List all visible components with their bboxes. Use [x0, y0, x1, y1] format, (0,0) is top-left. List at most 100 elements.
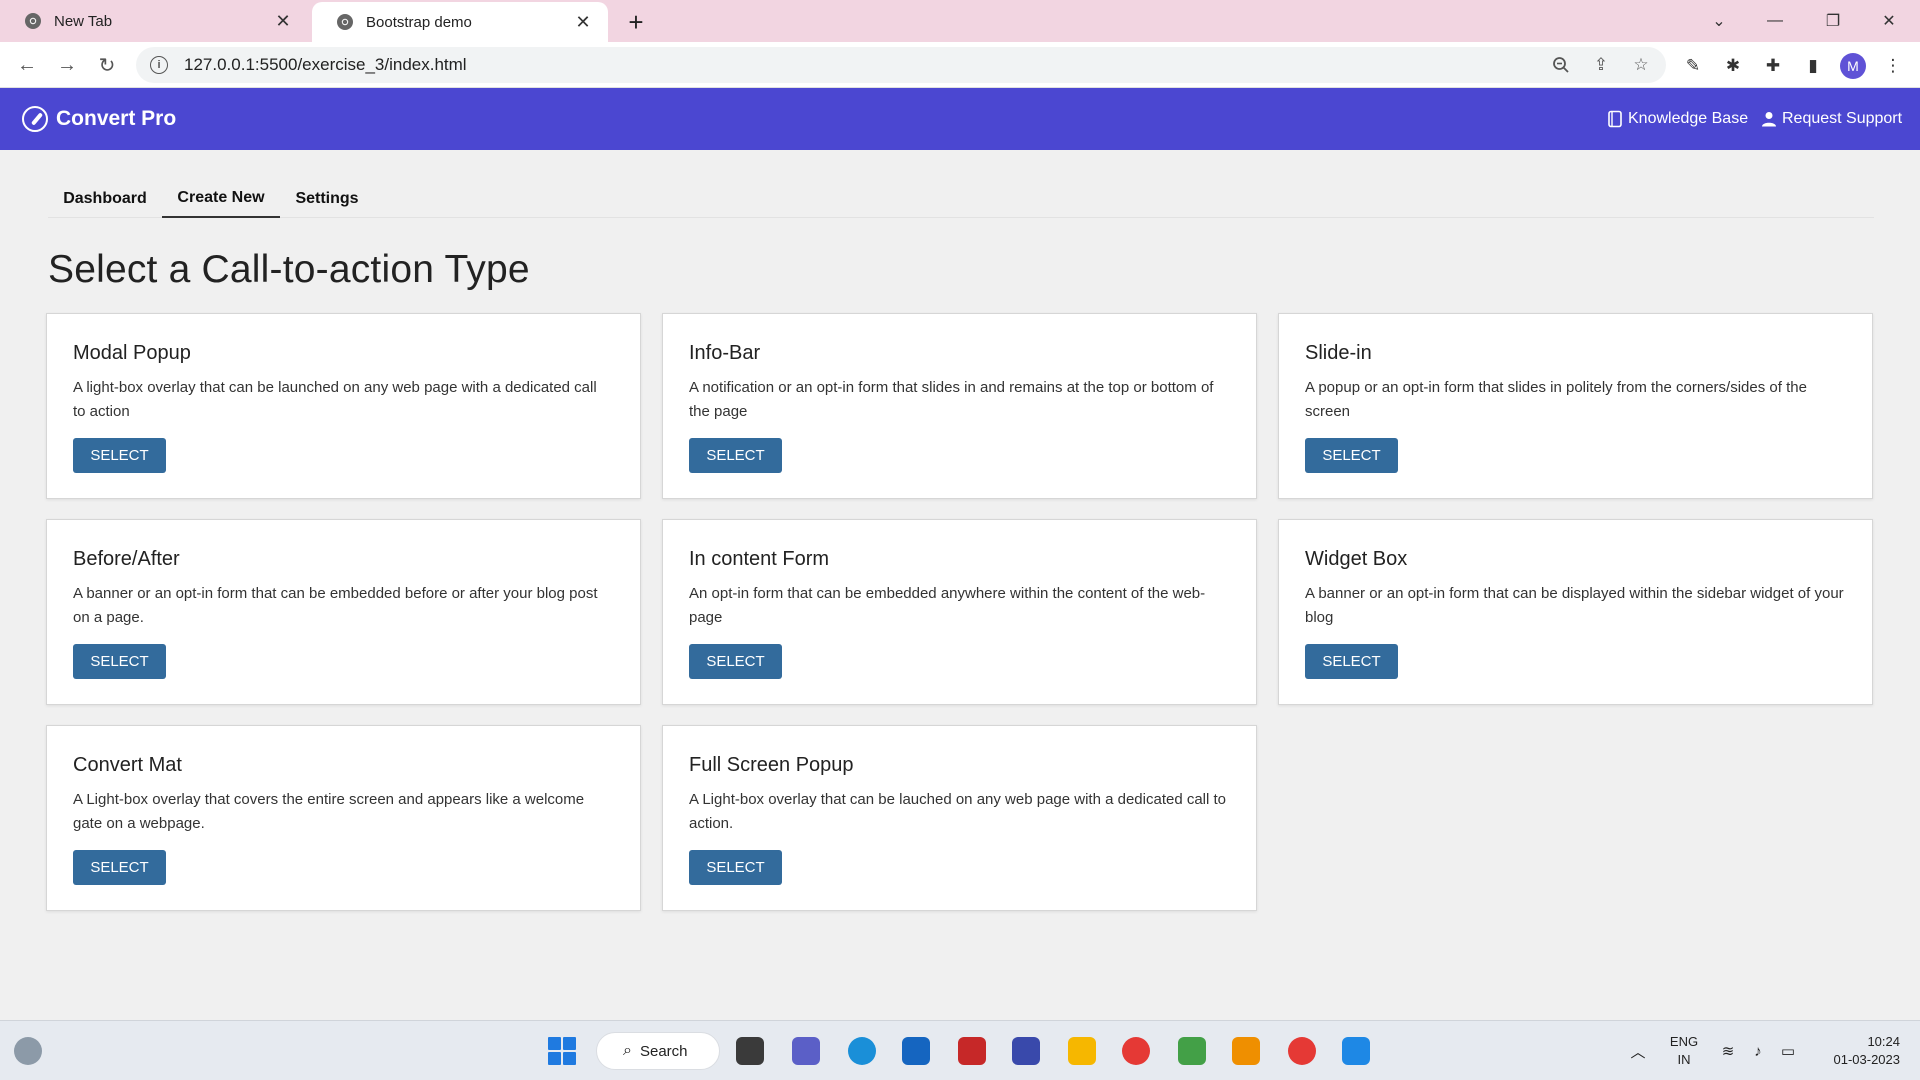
brand-logo-icon: [22, 106, 48, 132]
tab-title: Bootstrap demo: [366, 13, 472, 31]
time: 10:24: [1867, 1034, 1900, 1049]
tab-search-chevron-icon[interactable]: ⌄: [1696, 6, 1742, 36]
globe-icon: [336, 13, 354, 31]
card-before-after: Before/After A banner or an opt-in form …: [46, 519, 641, 705]
chevron-up-icon[interactable]: ︿: [1628, 1041, 1648, 1061]
taskbar-search-label: Search: [639, 1042, 688, 1060]
page-tabs: Dashboard Create New Settings: [48, 180, 1874, 218]
bug-extension-icon[interactable]: ✱: [1720, 53, 1746, 79]
back-arrow-icon[interactable]: ←: [12, 50, 42, 80]
mcafee-icon[interactable]: [958, 1037, 986, 1065]
address-bar[interactable]: i 127.0.0.1:5500/exercise_3/index.html: [136, 47, 1666, 83]
card-description: A light-box overlay that can be launched…: [73, 379, 597, 420]
vscode-icon[interactable]: [1342, 1037, 1370, 1065]
browser-toolbar: ← → ↻ i 127.0.0.1:5500/exercise_3/index.…: [0, 42, 1920, 88]
select-button[interactable]: SELECT: [73, 438, 166, 473]
tab-title: New Tab: [54, 12, 113, 30]
card-description: A Light-box overlay that covers the enti…: [73, 791, 585, 832]
select-button[interactable]: SELECT: [73, 850, 166, 885]
language-indicator[interactable]: ENG IN: [1664, 1033, 1704, 1069]
minimize-icon[interactable]: —: [1752, 6, 1798, 36]
volume-icon[interactable]: ♪: [1748, 1041, 1768, 1061]
app-m-icon[interactable]: [1012, 1037, 1040, 1065]
select-button[interactable]: SELECT: [689, 644, 782, 679]
select-button[interactable]: SELECT: [1305, 438, 1398, 473]
battery-icon[interactable]: ▭: [1778, 1041, 1798, 1061]
card-title: Info-Bar: [689, 342, 761, 364]
card-title: Widget Box: [1305, 548, 1408, 570]
more-menu-icon[interactable]: ⋮: [1880, 53, 1906, 79]
browser-tab-new-tab[interactable]: New Tab ✕: [0, 0, 308, 42]
request-support-link[interactable]: Request Support: [1760, 88, 1902, 150]
user-icon: [1760, 110, 1778, 128]
brand-name: Convert Pro: [56, 107, 177, 130]
site-info-icon[interactable]: i: [150, 56, 168, 74]
color-picker-extension-icon[interactable]: ✎: [1680, 53, 1706, 79]
clock[interactable]: 10:24 01-03-2023: [1810, 1033, 1901, 1069]
language: ENG: [1669, 1034, 1699, 1049]
card-title: Full Screen Popup: [689, 754, 854, 776]
chrome-profile-icon[interactable]: [1288, 1037, 1316, 1065]
date: 01-03-2023: [1833, 1052, 1901, 1067]
close-icon[interactable]: ✕: [572, 11, 594, 33]
chrome-icon[interactable]: [1122, 1037, 1150, 1065]
reload-icon[interactable]: ↻: [92, 50, 122, 80]
address-url[interactable]: 127.0.0.1:5500/exercise_3/index.html: [184, 55, 467, 75]
card-modal-popup: Modal Popup A light-box overlay that can…: [46, 313, 641, 499]
window-close-icon[interactable]: ✕: [1866, 6, 1912, 36]
taskbar-search[interactable]: ⌕ Search: [596, 1032, 720, 1070]
region: IN: [1677, 1052, 1691, 1067]
request-support-label: Request Support: [1782, 110, 1903, 127]
search-icon: ⌕: [623, 1042, 632, 1059]
card-full-screen-popup: Full Screen Popup A Light-box overlay th…: [662, 725, 1257, 911]
taskbar: ⌕ Search ︿ ENG IN ≋ ♪ ▭ 10:24 01-03-2023: [0, 1020, 1920, 1080]
teams-chat-icon[interactable]: [792, 1037, 820, 1065]
card-slide-in: Slide-in A popup or an opt-in form that …: [1278, 313, 1873, 499]
forward-arrow-icon[interactable]: →: [52, 50, 82, 80]
task-view-icon[interactable]: [736, 1037, 764, 1065]
card-in-content-form: In content Form An opt-in form that can …: [662, 519, 1257, 705]
card-convert-mat: Convert Mat A Light-box overlay that cov…: [46, 725, 641, 911]
card-widget-box: Widget Box A banner or an opt-in form th…: [1278, 519, 1873, 705]
card-title: Modal Popup: [73, 342, 191, 364]
extensions-puzzle-icon[interactable]: ✚: [1760, 53, 1786, 79]
knowledge-base-link[interactable]: Knowledge Base: [1606, 88, 1748, 150]
weather-icon[interactable]: [14, 1037, 42, 1065]
select-button[interactable]: SELECT: [689, 438, 782, 473]
store-icon[interactable]: [902, 1037, 930, 1065]
card-description: An opt-in form that can be embedded anyw…: [689, 585, 1206, 626]
card-title: Before/After: [73, 548, 180, 570]
card-title: Slide-in: [1305, 342, 1372, 364]
select-button[interactable]: SELECT: [689, 850, 782, 885]
page-title: Select a Call-to-action Type: [48, 248, 530, 291]
profile-avatar[interactable]: M: [1840, 53, 1866, 79]
browser-tab-strip: New Tab ✕ Bootstrap demo ✕ + ⌄ — ❐ ✕: [0, 0, 1920, 42]
tab-create-new[interactable]: Create New: [162, 180, 280, 218]
restore-icon[interactable]: ❐: [1810, 6, 1856, 36]
knowledge-base-label: Knowledge Base: [1628, 110, 1749, 127]
bookmark-star-icon[interactable]: ☆: [1630, 54, 1652, 76]
close-icon[interactable]: ✕: [272, 10, 294, 32]
card-description: A Light-box overlay that can be lauched …: [689, 791, 1227, 832]
edge-icon[interactable]: [848, 1037, 876, 1065]
wifi-icon[interactable]: ≋: [1718, 1041, 1738, 1061]
file-explorer-icon[interactable]: [1068, 1037, 1096, 1065]
book-icon: [1606, 110, 1624, 128]
windows-start-icon[interactable]: [548, 1037, 576, 1065]
card-description: A banner or an opt-in form that can be e…: [73, 585, 598, 626]
select-button[interactable]: SELECT: [73, 644, 166, 679]
chrome-icon: [24, 12, 42, 30]
node-icon[interactable]: [1178, 1037, 1206, 1065]
select-button[interactable]: SELECT: [1305, 644, 1398, 679]
share-icon[interactable]: ⇪: [1590, 54, 1612, 76]
tab-dashboard[interactable]: Dashboard: [48, 180, 162, 218]
side-panel-icon[interactable]: ▮: [1800, 53, 1826, 79]
tab-settings[interactable]: Settings: [280, 180, 374, 218]
brand[interactable]: Convert Pro: [22, 88, 176, 150]
card-title: In content Form: [689, 548, 830, 570]
new-tab-plus-icon[interactable]: +: [622, 7, 650, 37]
zoom-icon[interactable]: [1550, 54, 1572, 76]
card-info-bar: Info-Bar A notification or an opt-in for…: [662, 313, 1257, 499]
sublime-icon[interactable]: [1232, 1037, 1260, 1065]
browser-tab-bootstrap-demo[interactable]: Bootstrap demo ✕: [312, 2, 608, 42]
